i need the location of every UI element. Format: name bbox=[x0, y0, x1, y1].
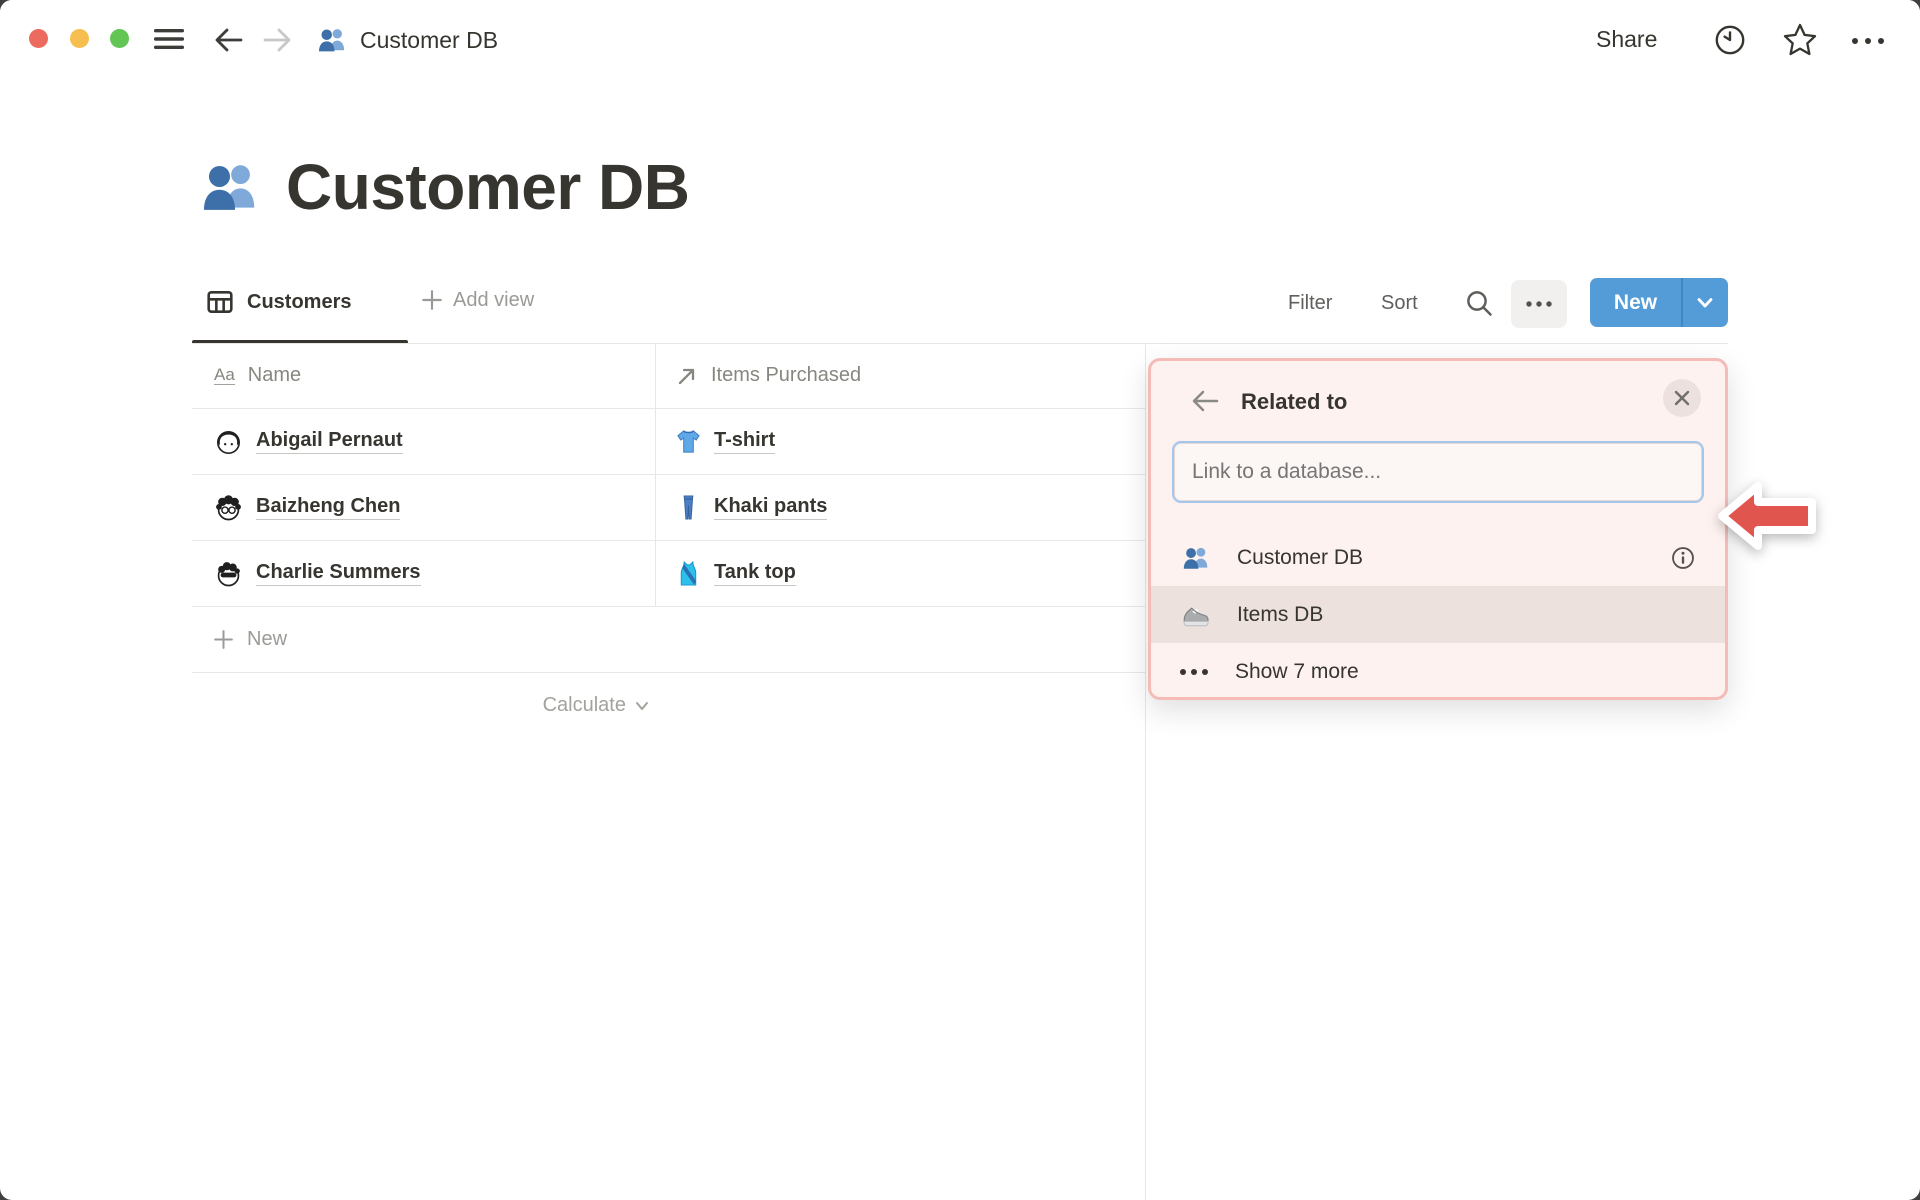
back-arrow-icon bbox=[1192, 390, 1219, 412]
popup-title: Related to bbox=[1241, 389, 1348, 414]
window-topbar: Customer DB Share bbox=[0, 0, 1920, 86]
annotation-arrow bbox=[1712, 474, 1822, 558]
jeans-icon bbox=[683, 495, 694, 520]
avatar bbox=[216, 495, 241, 521]
column-header-name[interactable]: Aa Name bbox=[192, 343, 655, 408]
people-icon bbox=[203, 165, 255, 210]
close-window-button[interactable] bbox=[29, 29, 48, 48]
calculate-button[interactable]: Calculate bbox=[450, 694, 650, 717]
info-icon bbox=[1672, 546, 1694, 569]
table-row: Abigail Pernaut T-shirt bbox=[192, 409, 1145, 475]
related-to-popup: Related to Customer DB bbox=[1148, 358, 1728, 700]
breadcrumb-title: Customer DB bbox=[360, 26, 499, 53]
table-row: Charlie Summers Tank top bbox=[192, 541, 1145, 607]
star-icon bbox=[1783, 23, 1817, 56]
database-option-label: Customer DB bbox=[1237, 545, 1364, 569]
page-options-button[interactable] bbox=[1846, 28, 1890, 54]
row-items-cell[interactable]: Khaki pants bbox=[655, 475, 1145, 540]
clock-icon bbox=[1715, 25, 1745, 55]
sidebar-menu-button[interactable] bbox=[150, 26, 188, 52]
relation-icon bbox=[678, 368, 695, 384]
column-divider[interactable] bbox=[655, 343, 656, 607]
zoom-window-button[interactable] bbox=[110, 29, 129, 48]
popup-close-button[interactable] bbox=[1663, 379, 1701, 417]
row-name-cell[interactable]: Abigail Pernaut bbox=[192, 409, 655, 474]
view-tab-label: Customers bbox=[247, 290, 352, 313]
add-row-button[interactable]: New bbox=[192, 607, 1145, 673]
chevron-down-icon bbox=[636, 701, 648, 710]
database-option-customer-db[interactable]: Customer DB bbox=[1151, 529, 1725, 586]
row-items-cell[interactable]: Tank top bbox=[655, 541, 1145, 606]
tank-top-icon bbox=[680, 560, 697, 586]
row-name-link[interactable]: Abigail Pernaut bbox=[256, 429, 403, 454]
breadcrumb[interactable]: Customer DB bbox=[316, 24, 498, 56]
title-property-icon: Aa bbox=[214, 365, 235, 385]
add-row-label: New bbox=[247, 628, 288, 650]
database-search-box bbox=[1172, 441, 1704, 503]
plus-icon bbox=[214, 630, 233, 649]
page-title-block: Customer DB bbox=[198, 150, 690, 224]
show-more-label: Show 7 more bbox=[1235, 659, 1359, 683]
filter-button[interactable]: Filter bbox=[1288, 292, 1332, 315]
minimize-window-button[interactable] bbox=[70, 29, 89, 48]
new-button-group: New bbox=[1590, 278, 1728, 327]
database-option-items-db[interactable]: Items DB bbox=[1151, 586, 1725, 643]
add-view-button[interactable]: Add view bbox=[420, 288, 534, 312]
people-icon bbox=[318, 29, 345, 52]
new-button-label: New bbox=[1613, 290, 1658, 314]
row-name-link[interactable]: Baizheng Chen bbox=[256, 495, 401, 520]
show-more-button[interactable]: Show 7 more bbox=[1151, 643, 1725, 700]
column-header-items-purchased[interactable]: Items Purchased bbox=[655, 343, 1145, 408]
table-right-border bbox=[1145, 343, 1146, 1200]
info-button[interactable] bbox=[1669, 544, 1697, 572]
relation-page-link[interactable]: Tank top bbox=[714, 561, 796, 586]
forward-arrow-icon bbox=[263, 28, 291, 52]
favorite-button[interactable] bbox=[1780, 20, 1820, 60]
page-title: Customer DB bbox=[286, 151, 690, 223]
ellipsis-icon bbox=[1180, 668, 1208, 675]
row-name-cell[interactable]: Baizheng Chen bbox=[192, 475, 655, 540]
people-icon bbox=[1183, 547, 1208, 569]
back-arrow-icon bbox=[215, 28, 243, 52]
chevron-down-icon bbox=[1697, 297, 1713, 307]
row-items-cell[interactable]: T-shirt bbox=[655, 409, 1145, 474]
left-arrow-annotation-icon bbox=[1718, 482, 1816, 550]
view-options-button[interactable] bbox=[1511, 280, 1567, 328]
row-name-cell[interactable]: Charlie Summers bbox=[192, 541, 655, 606]
new-dropdown-button[interactable] bbox=[1683, 278, 1729, 327]
table-view-icon bbox=[207, 291, 233, 313]
new-button[interactable]: New bbox=[1590, 278, 1681, 327]
avatar bbox=[217, 562, 240, 587]
database-search-input[interactable] bbox=[1174, 443, 1702, 501]
updates-button[interactable] bbox=[1712, 22, 1748, 58]
avatar bbox=[217, 431, 240, 455]
add-view-label: Add view bbox=[453, 288, 535, 311]
table-row: Baizheng Chen Khaki pants bbox=[192, 475, 1145, 541]
forward-button[interactable] bbox=[260, 22, 296, 58]
table-header-row: Aa Name Items Purchased bbox=[192, 343, 1145, 409]
database-option-label: Items DB bbox=[1237, 602, 1324, 626]
popup-back-button[interactable] bbox=[1187, 383, 1223, 419]
hamburger-icon bbox=[154, 29, 184, 49]
notion-window: Customer DB Share Customer DB Customers … bbox=[0, 0, 1920, 1200]
ellipsis-icon bbox=[1852, 38, 1884, 44]
column-header-label: Name bbox=[247, 364, 302, 386]
sort-button[interactable]: Sort bbox=[1381, 292, 1418, 315]
row-name-link[interactable]: Charlie Summers bbox=[256, 561, 421, 586]
share-button[interactable]: Share bbox=[1596, 26, 1657, 53]
back-button[interactable] bbox=[210, 22, 246, 58]
sneaker-icon bbox=[1183, 606, 1209, 626]
close-icon bbox=[1674, 390, 1690, 406]
view-tab-customers[interactable]: Customers bbox=[206, 288, 351, 316]
relation-page-link[interactable]: Khaki pants bbox=[714, 495, 828, 520]
column-header-label: Items Purchased bbox=[711, 364, 862, 386]
relation-page-link[interactable]: T-shirt bbox=[714, 429, 776, 454]
plus-icon bbox=[422, 290, 442, 310]
t-shirt-icon bbox=[677, 430, 700, 453]
search-icon bbox=[1467, 291, 1492, 316]
search-button[interactable] bbox=[1462, 286, 1496, 320]
ellipsis-icon bbox=[1526, 301, 1552, 307]
calculate-label: Calculate bbox=[542, 694, 626, 716]
